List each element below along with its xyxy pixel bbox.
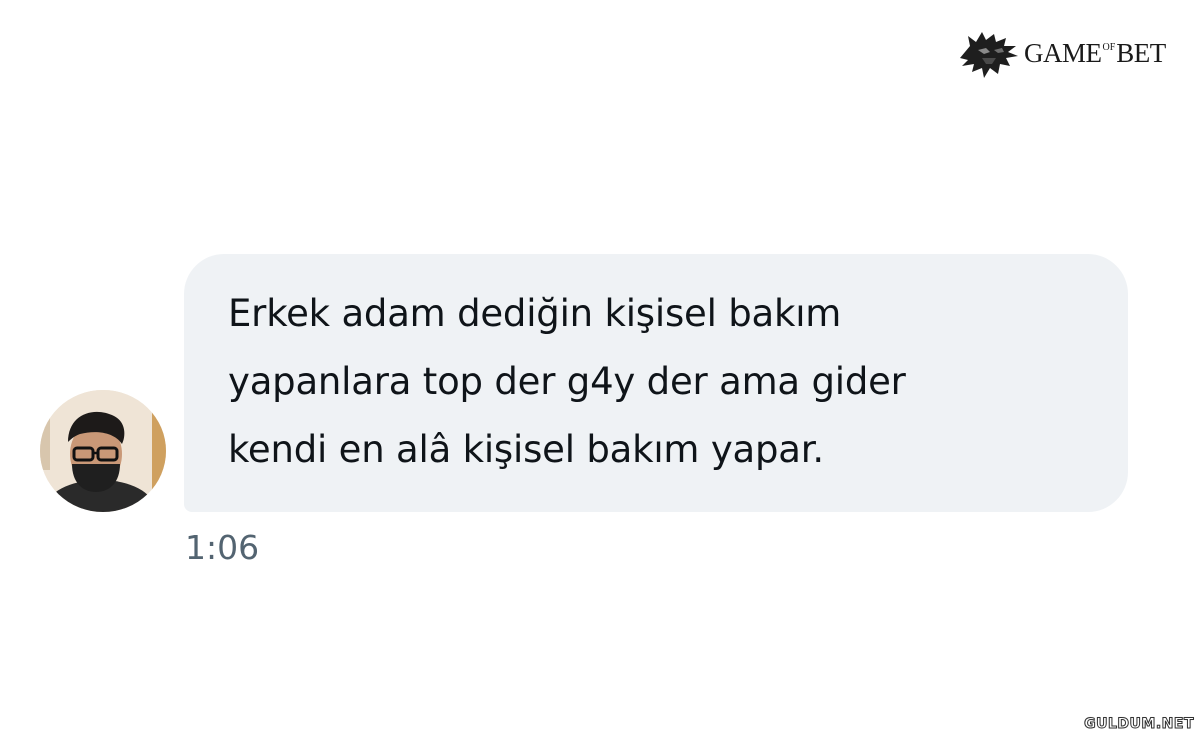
- avatar[interactable]: [40, 390, 166, 512]
- wolf-logo-icon: [960, 32, 1018, 78]
- message-timestamp: 1:06: [185, 528, 260, 567]
- message-text: Erkek adam dediğin kişisel bakım yapanla…: [228, 280, 1108, 484]
- message-line: Erkek adam dediğin kişisel bakım: [228, 292, 842, 335]
- message-bubble[interactable]: Erkek adam dediğin kişisel bakım yapanla…: [184, 254, 1128, 512]
- message-line: kendi en alâ kişisel bakım yapar.: [228, 428, 824, 471]
- guldum-watermark: GULDUM.NET: [1084, 716, 1194, 733]
- gameofbet-watermark: GAMEOFBET: [956, 28, 1166, 82]
- brand-name: GAMEOFBET: [1024, 37, 1166, 68]
- message-line: yapanlara top der g4y der ama gider: [228, 360, 906, 403]
- avatar-image: [40, 390, 166, 512]
